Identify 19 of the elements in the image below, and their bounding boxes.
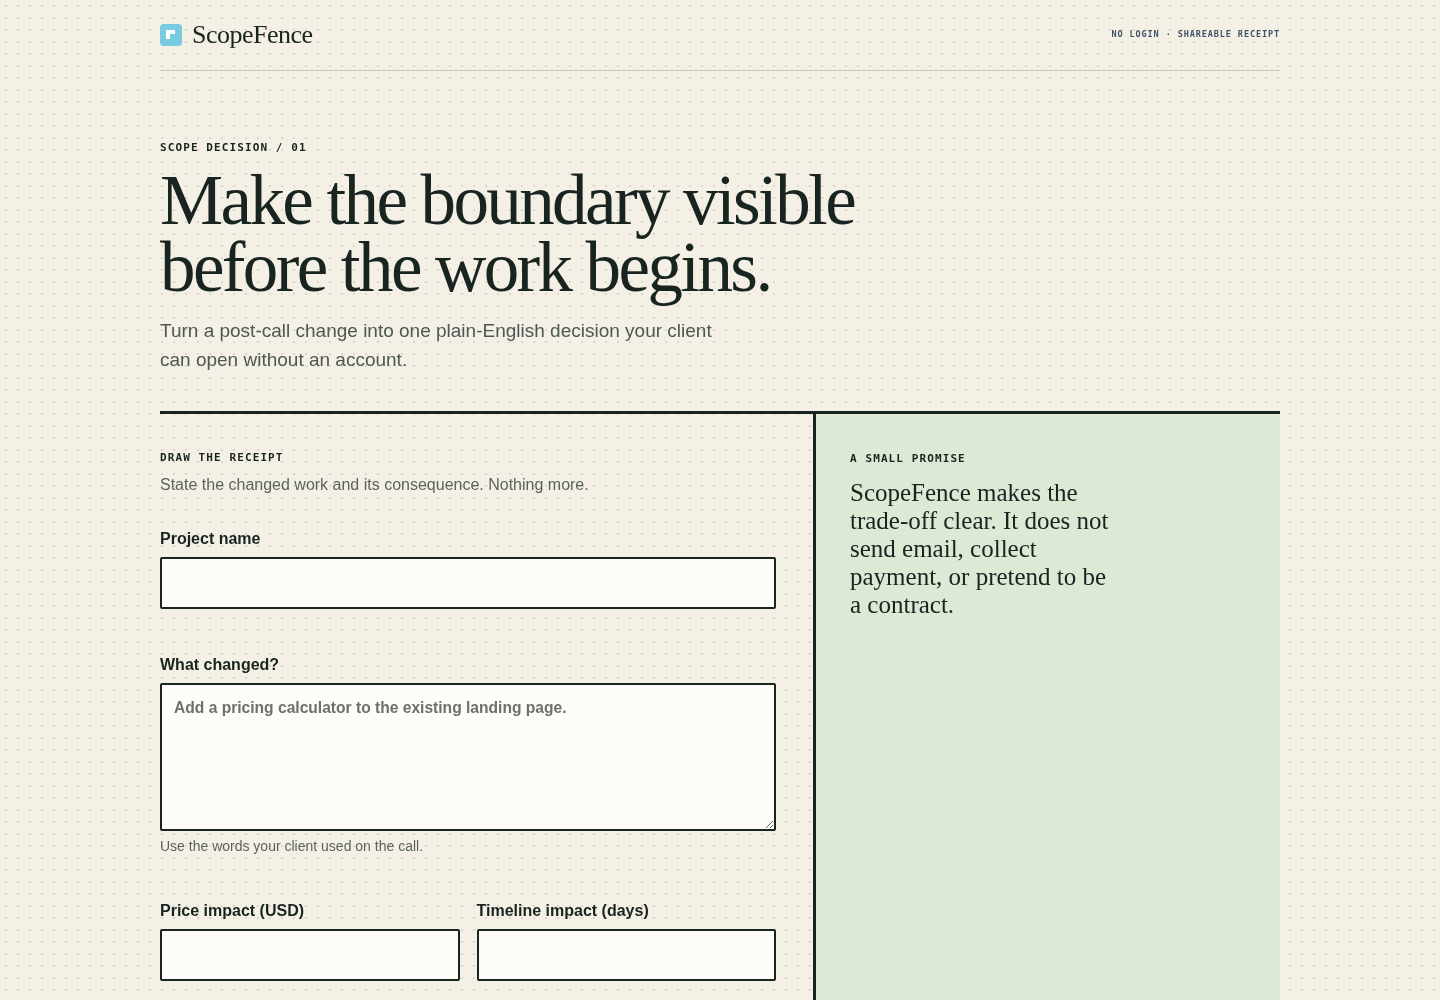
form-intro: State the changed work and its consequence. Nothing more.: [160, 475, 590, 495]
input-field[interactable]: [160, 929, 460, 981]
textarea-field[interactable]: Add a pricing calculator to the existing landing page.: [160, 683, 776, 831]
header-tagline: NO LOGIN · SHAREABLE RECEIPT: [1111, 29, 1280, 39]
panel-eyebrow: A SMALL PROMISE: [850, 452, 967, 466]
field-label: Price impact (USD): [160, 901, 306, 921]
help-text: Use the words your client used on the call.: [160, 838, 425, 855]
section-eyebrow: SCOPE DECISION / 01: [160, 141, 308, 155]
promise-text: ScopeFence makes the trade-off clear. It does not send email, collect payment, or pretend to be a contract.: [850, 479, 1110, 619]
logo-icon: [160, 24, 182, 46]
input-field[interactable]: [476, 929, 776, 981]
field-label: Project name: [160, 529, 262, 549]
hero-lead: Turn a post-call change into one plain-English decision your client can open without an account.: [160, 319, 713, 372]
input-field[interactable]: [160, 557, 776, 609]
field-label: Timeline impact (days): [476, 901, 650, 921]
form-eyebrow: DRAW THE RECEIPT: [160, 451, 285, 465]
brand-name: ScopeFence: [192, 20, 313, 50]
field-label: What changed?: [160, 655, 281, 675]
hero-title: Make the boundary visible before the work begins.: [160, 167, 856, 308]
